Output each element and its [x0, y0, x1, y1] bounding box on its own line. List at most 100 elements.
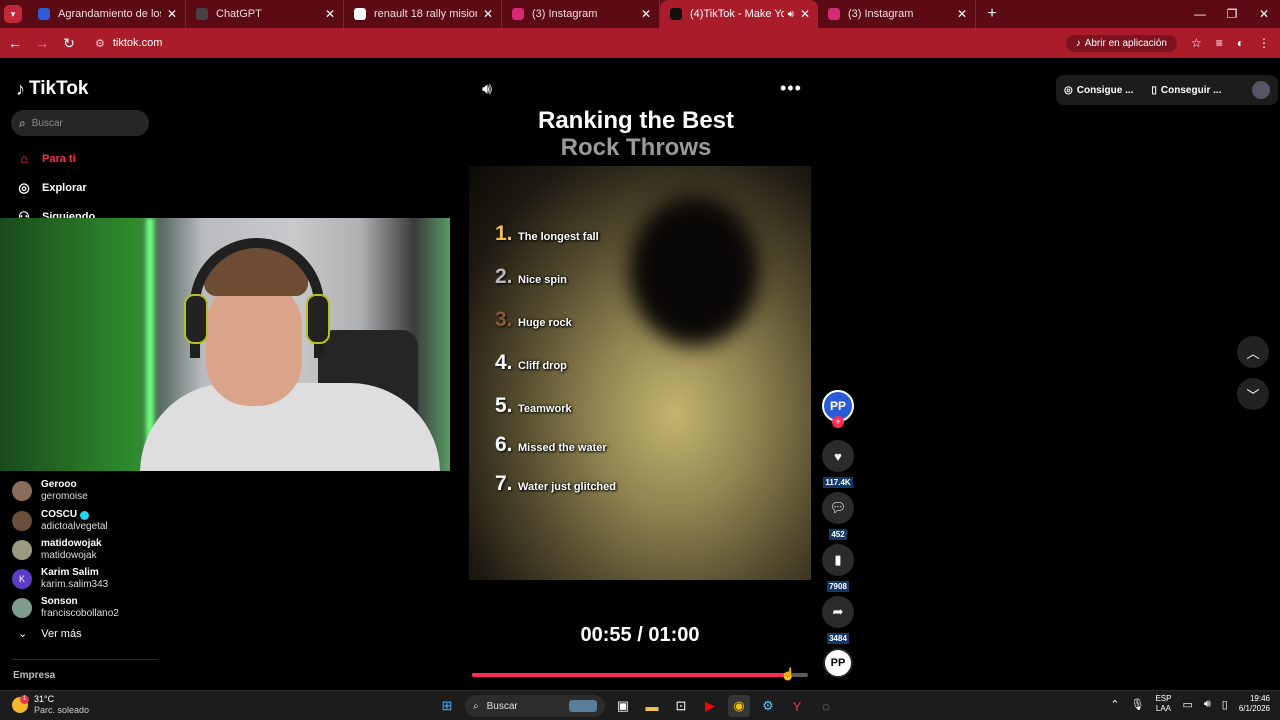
open-in-app-button[interactable]: ♪ Abrir en aplicación [1065, 34, 1177, 52]
sidebar-divider [12, 659, 158, 660]
share-button[interactable]: ➦ 3484 [822, 596, 854, 646]
account-username: adictoalvegetal [41, 521, 108, 532]
ranking-number: 2. [495, 265, 513, 288]
avatar [12, 481, 32, 501]
bookmark-icon: ▮ [822, 544, 854, 576]
following-account[interactable]: COSCU adictoalvegetal [12, 506, 160, 536]
tab-search-button[interactable]: ▾ [4, 5, 22, 23]
music-disc[interactable]: PP [823, 648, 853, 678]
following-account[interactable]: Gerooo geromoise [12, 476, 160, 506]
browser-tab[interactable]: (3) Instagram ✕ [818, 0, 976, 28]
youtube-icon[interactable]: ▶ [699, 695, 721, 717]
forward-button[interactable]: → [30, 35, 54, 51]
close-tab-icon[interactable]: ✕ [957, 7, 967, 21]
microphone-icon[interactable]: 🎙︎ [1130, 698, 1144, 711]
reload-button[interactable]: ↻ [57, 35, 81, 52]
steam-icon[interactable]: ⚙ [757, 695, 779, 717]
taskbar-search[interactable]: ⌕ Buscar [465, 695, 605, 717]
speaker-icon[interactable]: 🔊︎ [1204, 698, 1211, 711]
browser-tab[interactable]: renault 18 rally misiones 2015 ✕ [344, 0, 502, 28]
following-account[interactable]: K Karim Salim karim.salim343 [12, 564, 160, 594]
tab-favicon-icon [354, 8, 366, 20]
progress-fill [472, 673, 785, 677]
like-count: 117.4K [823, 477, 853, 488]
following-account[interactable]: Sonson franciscobollano2 [12, 593, 160, 623]
more-options-icon[interactable]: ••• [780, 78, 802, 99]
account-username: matidowojak [41, 550, 97, 561]
video-progress-bar[interactable]: ☝ [472, 667, 808, 681]
ranking-text: Nice spin [518, 274, 567, 286]
like-button[interactable]: ♥ 117.4K [822, 440, 854, 490]
restore-icon[interactable]: ❐ [1216, 0, 1248, 28]
user-avatar[interactable] [1252, 81, 1270, 99]
close-tab-icon[interactable]: ✕ [325, 7, 335, 21]
see-more-button[interactable]: ⌄ Ver más [18, 627, 82, 641]
clock[interactable]: 19:46 6/1/2026 [1239, 694, 1270, 714]
url-text: tiktok.com [112, 37, 163, 49]
nav-for-you[interactable]: ⌂ Para ti [16, 151, 76, 166]
browser-menu-icon[interactable]: ⋮ [1258, 36, 1270, 50]
clock-time: 19:46 [1249, 694, 1270, 703]
browser-tab-strip: ▾ Agrandamiento de los pechos c ✕ ChatGPT ✕… [0, 0, 1280, 28]
follow-plus-icon[interactable]: + [832, 416, 844, 428]
store-icon[interactable]: ⊡ [670, 695, 692, 717]
get-app-button[interactable]: ▯ Conseguir ... [1151, 85, 1221, 96]
tiktok-logo[interactable]: ♪ TikTok [16, 78, 88, 100]
nav-explore[interactable]: ◎ Explorar [16, 180, 86, 196]
weather-widget[interactable]: 1 31°C Parc. soleado [12, 694, 89, 716]
window-controls: — ❐ ✕ [1184, 0, 1280, 28]
battery-icon[interactable]: ▯ [1222, 698, 1228, 711]
browser-tab[interactable]: ChatGPT ✕ [186, 0, 344, 28]
file-explorer-icon[interactable]: ▬ [641, 695, 663, 717]
windows-start-icon[interactable]: ⊞ [436, 695, 458, 717]
comment-button[interactable]: 💬︎ 452 [822, 492, 854, 542]
bookmark-star-icon[interactable]: ☆ [1191, 36, 1202, 50]
chevron-up-icon: ︿ [1246, 345, 1260, 361]
tab-title: (3) Instagram [848, 8, 914, 20]
close-tab-icon[interactable]: ✕ [483, 7, 493, 21]
media-controls-icon[interactable]: ≡ [1216, 36, 1223, 50]
video-player[interactable]: 1. The longest fall 2. Nice spin 3. Huge rock… [469, 166, 811, 580]
minimize-icon[interactable]: — [1184, 0, 1216, 28]
verified-badge-icon [80, 510, 90, 520]
volume-icon[interactable]: 🔊︎ [482, 81, 492, 99]
site-info-icon[interactable]: ⚙ [95, 37, 105, 50]
save-button[interactable]: ▮ 7908 [822, 544, 854, 594]
display-icon[interactable]: ▭ [1182, 698, 1192, 711]
browser-tab[interactable]: (3) Instagram ✕ [502, 0, 660, 28]
following-account[interactable]: matidowojak matidowojak [12, 535, 160, 565]
tab-favicon-icon [196, 8, 208, 20]
footer-company-link[interactable]: Empresa [13, 670, 55, 681]
search-input[interactable]: ⌕ Buscar [11, 110, 149, 136]
language-indicator[interactable]: ESP LAA [1155, 694, 1171, 714]
new-tab-button[interactable]: + [980, 5, 1004, 23]
app-y-icon[interactable]: Y [786, 695, 808, 717]
profile-icon[interactable]: ◐ [1237, 36, 1244, 50]
video-feed: 🔊︎ ••• ◎ Consigue ... ▯ Conseguir ... Rank… [160, 58, 1280, 690]
ranking-number: 1. [495, 222, 513, 245]
get-app-label: Conseguir ... [1160, 84, 1222, 96]
tray-expand-icon[interactable]: ⌃ [1110, 698, 1119, 711]
tab-audio-icon[interactable]: 🔊︎ [788, 9, 794, 20]
close-window-icon[interactable]: ✕ [1248, 0, 1280, 28]
video-title-line1: Ranking the Best [537, 107, 735, 134]
url-field[interactable]: ⚙ tiktok.com [95, 37, 162, 50]
chrome-icon[interactable]: ◉ [728, 695, 750, 717]
tab-favicon-icon [512, 8, 524, 20]
back-button[interactable]: ← [3, 35, 27, 51]
previous-video-button[interactable]: ︿ [1237, 336, 1269, 368]
get-coins-button[interactable]: ◎ Consigue ... [1064, 85, 1133, 96]
cave-opening [629, 196, 759, 346]
browser-tab[interactable]: Agrandamiento de los pechos c ✕ [28, 0, 186, 28]
task-view-icon[interactable]: ▣ [612, 695, 634, 717]
tab-favicon-icon [828, 8, 840, 20]
close-tab-icon[interactable]: ✕ [641, 7, 651, 21]
phone-icon: ▯ [1151, 84, 1157, 96]
next-video-button[interactable]: ﹀ [1237, 378, 1269, 410]
tiktok-icon: ♪ [1075, 37, 1081, 49]
browser-tab[interactable]: (4)TikTok - Make Your Day 🔊︎ ✕ [660, 0, 818, 28]
sun-icon: 1 [12, 695, 29, 713]
close-tab-icon[interactable]: ✕ [800, 7, 810, 21]
app-circle-icon[interactable]: ◌ [815, 695, 837, 717]
close-tab-icon[interactable]: ✕ [167, 7, 177, 21]
